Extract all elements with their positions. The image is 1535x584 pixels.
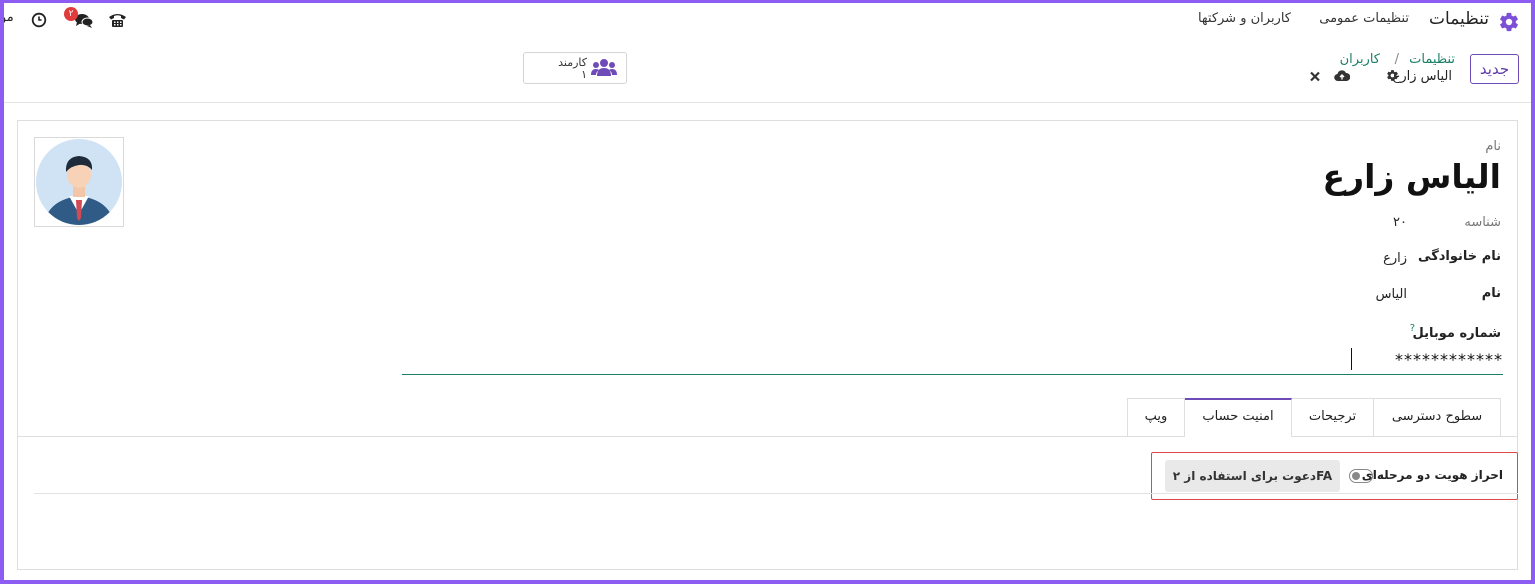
tab-account-security[interactable]: امنیت حساب (1184, 398, 1292, 437)
new-button[interactable]: جدید (1470, 54, 1519, 84)
breadcrumb-users[interactable]: کاربران (1340, 52, 1380, 67)
top-navbar: تنظیمات تنظیمات عمومی کاربران و شرکتها م… (0, 0, 1535, 40)
name-field-value[interactable]: الیاس زارع (1323, 157, 1501, 196)
user-avatar[interactable] (34, 137, 124, 227)
current-record-name: الیاس زارع (1392, 69, 1452, 84)
menu-general-settings[interactable]: تنظیمات عمومی (1319, 11, 1409, 26)
users-group-icon (591, 59, 617, 76)
user-menu[interactable]: مو (0, 10, 14, 25)
id-field-value: ۲۰ (1393, 215, 1407, 230)
voip-phone-icon[interactable] (108, 12, 127, 28)
mobile-help-icon[interactable]: ? (1410, 323, 1415, 334)
name-field-label: نام (1485, 139, 1501, 154)
id-field-label: شناسه (1464, 215, 1501, 230)
employee-stat-button[interactable]: کارمند ۱ (523, 52, 627, 84)
tab-preferences[interactable]: ترجیحات (1291, 398, 1374, 436)
mobile-input-value: ************ (1395, 350, 1503, 369)
first-name-input[interactable]: الیاس (1376, 287, 1407, 302)
tab-voip[interactable]: ویپ (1127, 398, 1185, 436)
breadcrumb-settings[interactable]: تنظیمات (1409, 52, 1455, 67)
discard-close-icon[interactable] (1309, 70, 1321, 83)
app-title[interactable]: تنظیمات (1429, 9, 1489, 29)
twofa-toggle[interactable] (1349, 469, 1373, 483)
tab-access-levels[interactable]: سطوح دسترسی (1373, 398, 1501, 436)
avatar-person-icon (36, 139, 122, 225)
divider (34, 493, 1518, 494)
first-name-label: نام (1481, 286, 1501, 301)
save-cloud-icon[interactable] (1334, 69, 1350, 82)
settings-app-icon[interactable] (1498, 11, 1520, 33)
breadcrumb-separator: / (1394, 52, 1399, 67)
messages-badge: ۲ (64, 7, 78, 21)
menu-users-companies[interactable]: کاربران و شرکتها (1198, 11, 1291, 26)
employee-stat-value: ۱ (581, 68, 587, 81)
form-sheet: نام الیاس زارع شناسه ۲۰ نام خانوادگی زار… (17, 120, 1518, 570)
last-name-label: نام خانوادگی (1418, 249, 1501, 264)
text-caret (1351, 348, 1352, 370)
record-gear-icon[interactable] (1386, 69, 1399, 82)
mobile-input[interactable]: ************ (402, 348, 1503, 375)
twofa-label: احراز هویت دو مرحله‌ای (1361, 468, 1503, 482)
mobile-label: شماره موبایل (1412, 326, 1501, 341)
clock-icon[interactable] (31, 12, 47, 28)
control-panel: جدید تنظیمات / کاربران الیاس زارع کارمند… (0, 40, 1535, 103)
invite-2fa-button[interactable]: دعوت برای استفاده از ۲FA (1165, 460, 1340, 492)
last-name-input[interactable]: زارع (1383, 251, 1407, 266)
notebook-tabs: سطوح دسترسی ترجیحات امنیت حساب ویپ (18, 398, 1517, 437)
toggle-knob (1352, 471, 1360, 480)
